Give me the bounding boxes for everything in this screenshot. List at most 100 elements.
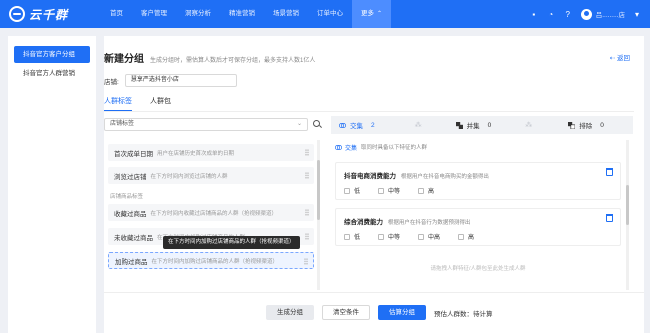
intersect-icon (339, 122, 346, 128)
tag-item-name: 未收藏过商品 (114, 234, 153, 242)
chevron-down-icon: ⌃ (377, 11, 383, 17)
tab-divider (104, 111, 634, 112)
nav-item-scene-marketing[interactable]: 场景营销 (264, 0, 308, 28)
nav-item-home[interactable]: 首页 (101, 0, 132, 28)
condition-header: 交集 取同时具备以下特征的人群 (331, 140, 626, 154)
drag-handle-icon[interactable] (305, 172, 309, 179)
nav-item-more[interactable]: 更多 ⌃ (352, 0, 392, 28)
page-title: 新建分组 (104, 54, 144, 65)
footer-actions: 生成分组 清空条件 估算分组 预估人群数：待计算 (266, 305, 493, 320)
union-count: 0 (487, 121, 492, 129)
chevron-down-icon[interactable]: ▾ (632, 9, 642, 19)
tag-item-desc: 在下方时间内浏览过店铺的人群 (150, 173, 228, 180)
avatar[interactable] (580, 8, 592, 20)
back-link[interactable]: ⇠ 返回 (610, 52, 630, 62)
logo-text: 云千群 (29, 7, 69, 22)
nav-item-customers[interactable]: 客户管理 (132, 0, 176, 28)
condition-card: 综合消费能力 根据用户在抖音行为数据预测得出 低 中等 中高 高 (335, 208, 621, 246)
drag-handle-icon[interactable] (304, 258, 308, 265)
sidebar-item-crowd-marketing[interactable]: 抖音官方人群营销 (14, 65, 90, 82)
tag-category-select[interactable]: 店铺标签 ⌄ (104, 118, 308, 131)
app-logo[interactable]: 云千群 (9, 6, 89, 23)
link-icon: ⁂ (414, 122, 422, 129)
nav-item-precision-marketing[interactable]: 精准营销 (220, 0, 264, 28)
top-nav-bar: 云千群 首页 客户管理 洞察分析 精准营销 场景营销 订单中心 更多 ⌃ ▪ ◔ … (0, 0, 650, 28)
checkbox[interactable] (344, 187, 350, 194)
checkbox[interactable] (378, 233, 385, 240)
option-high[interactable]: 高 (458, 232, 474, 241)
tag-item[interactable]: 加购过商品 在下方时间内加购过店铺商品的人群（抢视频渠道） (108, 252, 314, 269)
clear-conditions-button[interactable]: 清空条件 (322, 305, 370, 320)
intersect-button[interactable]: 交集 2 (339, 120, 375, 130)
drag-handle-icon[interactable] (305, 209, 309, 216)
option-medium-high[interactable]: 中高 (418, 232, 440, 241)
generate-group-button[interactable]: 生成分组 (266, 305, 314, 320)
sidebar-item-customer-groups[interactable]: 抖音官方客户分组 (14, 46, 90, 63)
tab-crowd-tags[interactable]: 人群标签 (104, 96, 132, 112)
option-label: 中等 (388, 235, 401, 241)
tag-list-scrollbar[interactable] (317, 140, 320, 290)
drag-handle-icon[interactable] (305, 233, 309, 240)
tab-crowd-packages[interactable]: 人群包 (150, 96, 171, 112)
tag-list-panel: 首次成单日期 用户在店铺历史首次成单的日期 浏览过店铺 在下方时间内浏览过店铺的… (104, 140, 316, 273)
condition-name: 抖音电商消费能力 (344, 173, 396, 180)
tag-item[interactable]: 收藏过商品 在下方时间内收藏过店铺商品的人群（抢视频渠道） (108, 204, 314, 221)
sidebar: 抖音官方客户分组 抖音官方人群营销 (8, 36, 96, 333)
main-content: 新建分组 生成分组时，需估算人数后才可保存分组，最多支持人数1亿人 ⇠ 返回 店… (104, 36, 644, 333)
tooltip: 在下方时间内加购过店铺商品的人群（抢视频渠道） (163, 236, 300, 249)
checkbox[interactable] (418, 233, 425, 240)
tag-item[interactable]: 浏览过店铺 在下方时间内浏览过店铺的人群 (108, 167, 314, 184)
option-medium[interactable]: 中等 (378, 232, 400, 241)
nav-more-label: 更多 (361, 10, 374, 17)
chevron-down-icon: ⌄ (296, 121, 302, 127)
tag-item-name: 浏览过店铺 (114, 173, 147, 181)
intersect-count: 2 (371, 121, 375, 129)
checkbox[interactable] (378, 187, 385, 194)
tag-group-label: 店铺商品标签 (110, 194, 144, 200)
grid-icon[interactable]: ▪ (529, 9, 539, 19)
tag-item[interactable]: 首次成单日期 用户在店铺历史首次成单的日期 (108, 144, 314, 161)
checkbox[interactable] (344, 233, 350, 240)
tag-item-name: 首次成单日期 (114, 150, 153, 158)
tabs: 人群标签 人群包 (104, 96, 189, 112)
shop-label: 店铺: (104, 78, 119, 86)
search-icon[interactable] (313, 120, 322, 129)
shop-row: 店铺: 慧享严选抖音小店 (104, 74, 237, 87)
option-low[interactable]: 低 (344, 186, 360, 195)
help-icon[interactable]: ? (563, 9, 573, 19)
exclude-count: 0 (600, 121, 604, 129)
option-high[interactable]: 高 (418, 186, 434, 195)
trash-icon[interactable] (606, 214, 613, 222)
search-row: 店铺标签 ⌄ (104, 118, 322, 131)
condition-title: 抖音电商消费能力 根据用户在抖音电商购买的金额得出 (344, 170, 489, 180)
condition-options: 低 中等 高 (344, 186, 452, 195)
condition-name: 综合消费能力 (344, 219, 383, 226)
estimate-group-button[interactable]: 估算分组 (378, 305, 426, 320)
condition-hint: 取同时具备以下特征的人群 (361, 145, 428, 151)
bell-icon[interactable]: ◔ (546, 9, 556, 19)
trash-icon[interactable] (606, 168, 613, 176)
exclude-icon (568, 121, 576, 129)
checkbox[interactable] (458, 233, 465, 240)
nav-item-insights[interactable]: 洞察分析 (176, 0, 220, 28)
link-icon: ⁂ (525, 122, 533, 129)
option-low[interactable]: 低 (344, 232, 360, 241)
option-label: 高 (428, 189, 435, 195)
option-medium[interactable]: 中等 (378, 186, 400, 195)
option-label: 高 (468, 235, 475, 241)
condition-options: 低 中等 中高 高 (344, 232, 492, 241)
shop-select[interactable]: 慧享严选抖音小店 (124, 74, 237, 87)
option-label: 低 (354, 235, 361, 241)
checkbox[interactable] (418, 187, 425, 194)
user-name[interactable]: 吕.........店 (596, 9, 625, 19)
condition-scrollbar[interactable] (626, 140, 629, 290)
nav-item-orders[interactable]: 订单中心 (308, 0, 352, 28)
option-label: 中等 (388, 189, 401, 195)
tag-category-value: 店铺标签 (110, 121, 135, 127)
drop-zone[interactable]: 请拖拽人群特征/人群包至此处生成人群 (335, 258, 621, 280)
option-label: 低 (354, 189, 361, 195)
drag-handle-icon[interactable] (305, 149, 309, 156)
exclude-button[interactable]: 排除 0 (568, 120, 604, 130)
union-button[interactable]: 并集 0 (455, 120, 492, 130)
tag-item-desc: 在下方时间内加购过店铺商品的人群（抢视频渠道） (151, 258, 279, 265)
